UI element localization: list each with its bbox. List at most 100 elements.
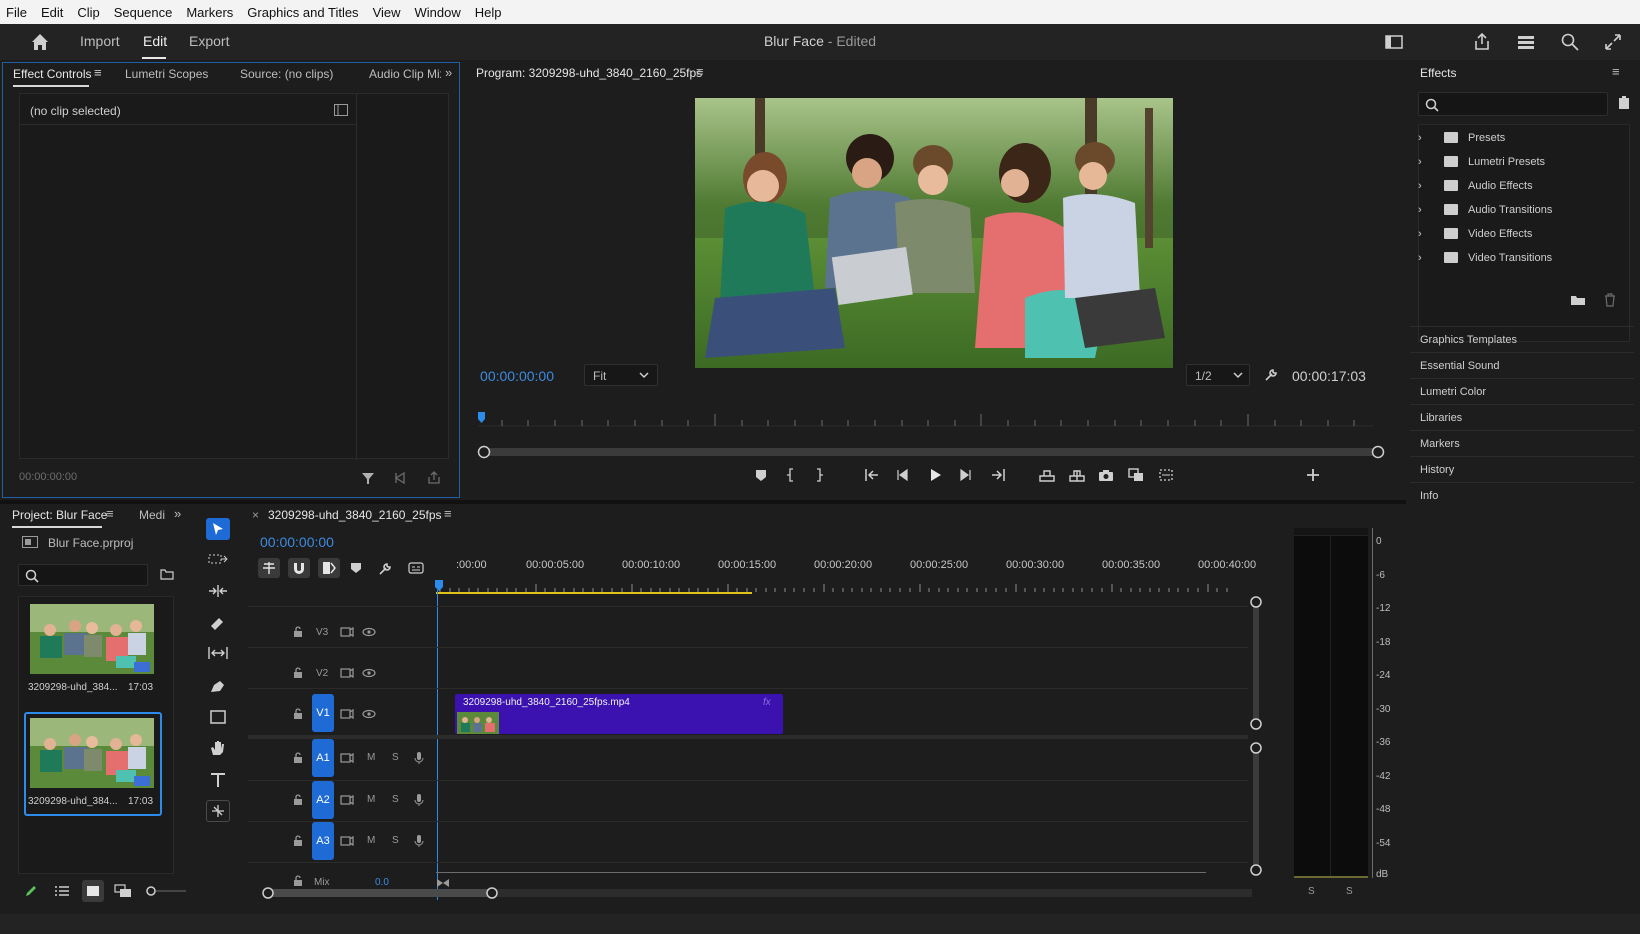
ripple-edit-icon[interactable] — [208, 584, 228, 598]
close-sequence-icon[interactable]: × — [252, 508, 259, 522]
new-bin-clipboard-icon[interactable] — [1618, 96, 1630, 110]
panel-layout-icon[interactable] — [1382, 30, 1406, 54]
mark-out-icon[interactable] — [812, 468, 826, 482]
search-help-icon[interactable] — [1558, 30, 1582, 54]
timeline-playhead-line[interactable] — [437, 590, 438, 900]
rectangle-tool-icon[interactable] — [208, 710, 228, 724]
lock-icon[interactable] — [292, 835, 304, 847]
tab-source[interactable]: Source: (no clips) — [240, 67, 333, 81]
project-search-input[interactable] — [18, 564, 148, 586]
microphone-icon[interactable] — [414, 834, 424, 848]
solo-button-a3[interactable]: S — [392, 835, 399, 846]
edit-tab[interactable]: Edit — [143, 33, 167, 49]
menu-edit[interactable]: Edit — [41, 5, 63, 20]
sync-lock-icon[interactable] — [340, 835, 354, 847]
project-menu-icon[interactable]: ≡ — [106, 506, 114, 521]
effects-search-input[interactable] — [1418, 92, 1608, 116]
menu-window[interactable]: Window — [415, 5, 461, 20]
captions-icon[interactable] — [408, 562, 424, 574]
program-menu-icon[interactable]: ≡ — [696, 64, 704, 79]
proxy-toggle-icon[interactable] — [1158, 468, 1174, 482]
slip-tool-icon[interactable] — [208, 646, 228, 660]
sync-lock-icon[interactable] — [340, 794, 354, 806]
solo-button-a1[interactable]: S — [392, 752, 399, 763]
tab-project[interactable]: Project: Blur Face — [12, 508, 107, 522]
solo-right-button[interactable]: S — [1346, 886, 1353, 897]
eye-icon[interactable] — [362, 709, 376, 719]
freeform-view-icon[interactable] — [114, 884, 132, 898]
sync-lock-icon[interactable] — [340, 626, 354, 638]
toggle-timeline-icon[interactable] — [334, 104, 348, 116]
export-tab[interactable]: Export — [189, 33, 229, 49]
linked-selection-button[interactable] — [318, 558, 340, 578]
new-bin-icon[interactable] — [160, 568, 174, 580]
track-label-v2[interactable]: V2 — [316, 668, 328, 679]
track-badge-a2[interactable]: A2 — [312, 781, 334, 819]
menu-clip[interactable]: Clip — [77, 5, 99, 20]
type-tool-icon[interactable] — [208, 772, 228, 788]
go-to-out-icon[interactable] — [990, 468, 1006, 482]
mark-in-icon[interactable] — [784, 468, 798, 482]
video-clip[interactable]: 3209298-uhd_3840_2160_25fps.mp4 fx — [455, 694, 783, 734]
zoom-fit-select[interactable]: Fit — [584, 364, 658, 386]
icon-view-button[interactable] — [82, 880, 104, 902]
play-audio-icon[interactable] — [393, 471, 407, 485]
tab-lumetri-scopes[interactable]: Lumetri Scopes — [125, 67, 208, 81]
pencil-icon[interactable] — [24, 884, 38, 898]
add-marker-icon[interactable] — [754, 468, 768, 482]
program-title[interactable]: Program: 3209298-uhd_3840_2160_25fps — [476, 66, 702, 80]
timeline-menu-icon[interactable]: ≡ — [444, 506, 452, 521]
panel-history[interactable]: History — [1410, 456, 1634, 482]
hand-tool-icon[interactable] — [208, 740, 228, 756]
lock-icon[interactable] — [292, 667, 304, 679]
menu-help[interactable]: Help — [475, 5, 502, 20]
snap-button[interactable] — [288, 558, 310, 578]
share-icon[interactable] — [1470, 30, 1494, 54]
more-tabs-chevron-icon[interactable]: » — [174, 506, 181, 521]
add-button-icon[interactable] — [1306, 468, 1320, 482]
lock-icon[interactable] — [292, 794, 304, 806]
step-forward-icon[interactable] — [958, 468, 972, 482]
panel-markers[interactable]: Markers — [1410, 430, 1634, 456]
menu-sequence[interactable]: Sequence — [114, 5, 173, 20]
effects-menu-icon[interactable]: ≡ — [1612, 64, 1620, 79]
tab-effect-controls[interactable]: Effect Controls — [13, 67, 91, 81]
panel-info[interactable]: Info — [1410, 482, 1634, 508]
list-view-icon[interactable] — [54, 884, 70, 898]
import-tab[interactable]: Import — [80, 33, 120, 49]
panel-libraries[interactable]: Libraries — [1410, 404, 1634, 430]
program-zoom-scrollbar[interactable] — [477, 445, 1385, 459]
panel-lumetri-color[interactable]: Lumetri Color — [1410, 378, 1634, 404]
menu-markers[interactable]: Markers — [186, 5, 233, 20]
microphone-icon[interactable] — [414, 751, 424, 765]
timeline-timecode[interactable]: 00:00:00:00 — [260, 534, 334, 550]
export-frame-icon[interactable] — [427, 471, 441, 485]
eye-icon[interactable] — [362, 627, 376, 637]
timeline-horizontal-scroll[interactable] — [260, 886, 1256, 900]
caption-tool-button[interactable] — [206, 800, 230, 822]
lock-icon[interactable] — [292, 626, 304, 638]
home-icon[interactable] — [28, 30, 52, 54]
track-badge-a3[interactable]: A3 — [312, 822, 334, 860]
selection-tool-button[interactable] — [206, 518, 230, 540]
microphone-icon[interactable] — [414, 793, 424, 807]
sequence-tab[interactable]: 3209298-uhd_3840_2160_25fps — [268, 508, 442, 522]
clip-thumbnail[interactable] — [30, 718, 154, 788]
solo-button-a2[interactable]: S — [392, 794, 399, 805]
program-playhead-timecode[interactable]: 00:00:00:00 — [464, 368, 554, 384]
export-frame-camera-icon[interactable] — [1098, 468, 1114, 482]
mute-button-a3[interactable]: M — [367, 835, 375, 846]
razor-tool-icon[interactable] — [208, 615, 228, 631]
lock-icon[interactable] — [292, 708, 304, 720]
eye-icon[interactable] — [362, 668, 376, 678]
effects-title[interactable]: Effects — [1420, 66, 1456, 80]
mute-button-a1[interactable]: M — [367, 752, 375, 763]
add-marker-icon[interactable] — [350, 562, 362, 574]
track-badge-v1[interactable]: V1 — [312, 694, 334, 732]
track-badge-a1[interactable]: A1 — [312, 739, 334, 777]
fullscreen-icon[interactable] — [1601, 30, 1625, 54]
new-custom-bin-icon[interactable] — [1570, 294, 1586, 306]
workspaces-icon[interactable] — [1514, 30, 1538, 54]
solo-left-button[interactable]: S — [1308, 886, 1315, 897]
program-time-ruler[interactable] — [478, 412, 1374, 428]
